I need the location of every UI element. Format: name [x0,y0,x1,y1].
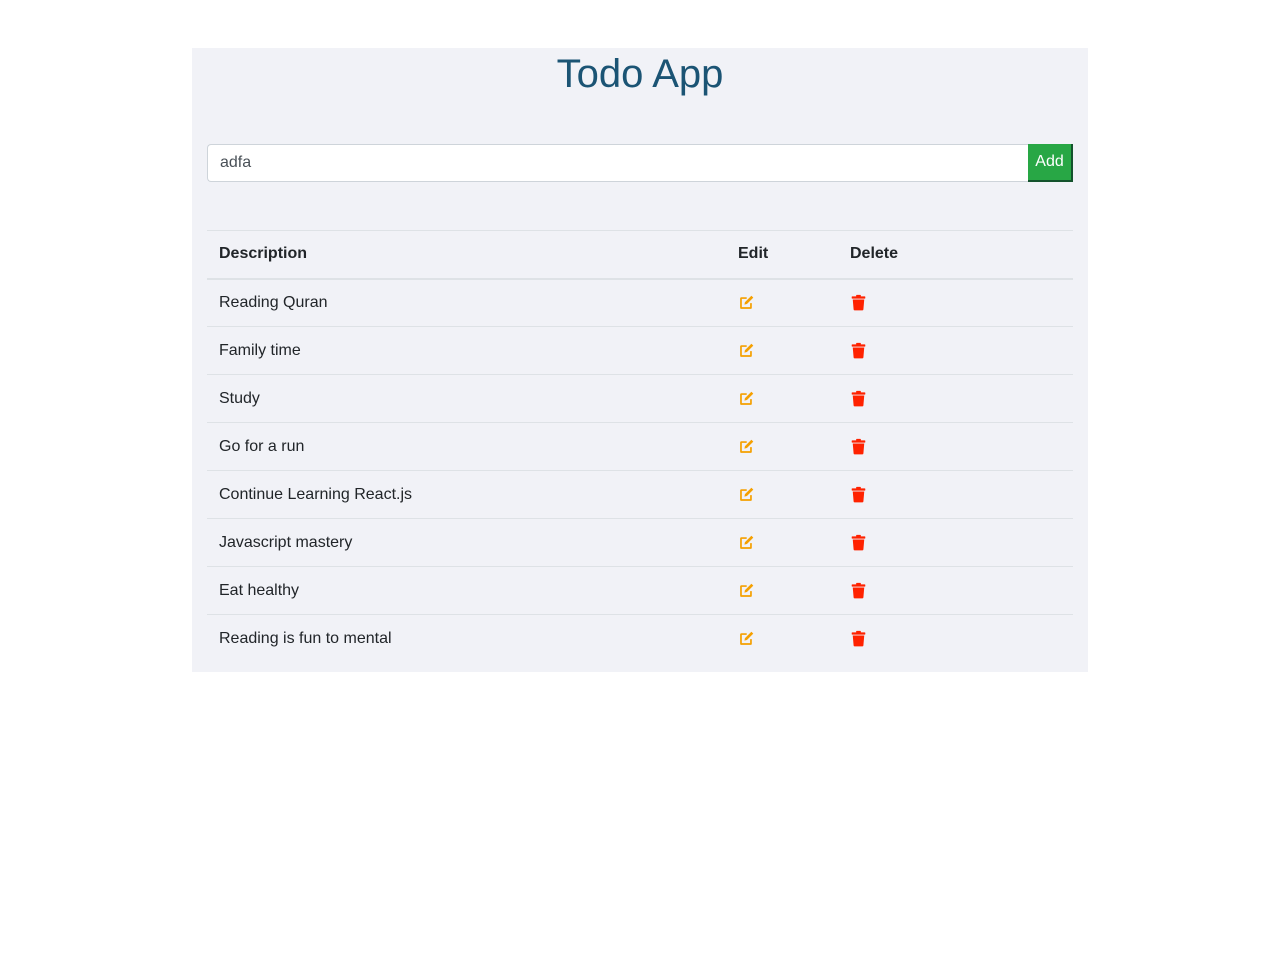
page-title: Todo App [556,52,724,96]
add-button[interactable]: Add [1028,144,1073,182]
todo-description: Reading Quran [219,293,328,311]
trash-icon[interactable] [850,534,867,551]
edit-cell [726,470,838,519]
todo-description: Family time [207,326,726,375]
edit-icon[interactable] [738,294,755,311]
todo-app-panel: Todo App Add Description Edit Delete Rea… [192,48,1088,672]
trash-icon[interactable] [850,630,867,647]
edit-icon[interactable] [738,342,755,359]
todo-description: Continue Learning React.js [207,470,726,519]
edit-icon[interactable] [738,582,755,599]
todo-description: Study [207,374,726,423]
todo-table: Description Edit Delete Reading Quran Fam… [207,230,1073,663]
table-row: Reading is fun to mental [207,614,1073,663]
trash-icon[interactable] [850,486,867,503]
todo-description: Go for a run [207,422,726,471]
edit-icon[interactable] [738,438,755,455]
edit-cell [726,374,838,423]
table-row: Reading Quran [207,279,1073,327]
table-row: Family time [207,326,1073,375]
table-header-row: Description Edit Delete [207,230,1073,280]
table-row: Eat healthy [207,566,1073,615]
edit-icon[interactable] [738,486,755,503]
trash-icon[interactable] [850,438,867,455]
delete-cell [838,518,1073,567]
delete-cell [838,326,1073,375]
table-row: Javascript mastery [207,518,1073,567]
delete-cell [838,279,1073,327]
todo-list: Reading Quran Family time Study Go for a ru… [207,279,1073,663]
table-row: Study [207,374,1073,423]
edit-cell [726,326,838,375]
delete-cell [838,566,1073,615]
trash-icon[interactable] [850,342,867,359]
edit-cell [726,279,838,327]
todo-description: Eat healthy [207,566,726,615]
delete-cell [838,374,1073,423]
table-row: Continue Learning React.js [207,470,1073,519]
column-header-delete: Delete [838,230,1073,280]
delete-cell [838,422,1073,471]
column-header-edit: Edit [726,230,838,280]
column-header-description: Description [207,230,726,280]
trash-icon[interactable] [850,390,867,407]
edit-cell [726,614,838,663]
edit-cell [726,566,838,615]
edit-icon[interactable] [738,390,755,407]
edit-cell [726,518,838,567]
edit-icon[interactable] [738,534,755,551]
todo-description: Reading is fun to mental [207,614,726,663]
delete-cell [838,614,1073,663]
table-row: Go for a run [207,422,1073,471]
delete-cell [838,470,1073,519]
todo-description: Javascript mastery [207,518,726,567]
edit-icon[interactable] [738,630,755,647]
edit-cell [726,422,838,471]
todo-input[interactable] [207,144,1028,182]
trash-icon[interactable] [850,582,867,599]
trash-icon[interactable] [850,294,867,311]
add-todo-form: Add [207,144,1073,182]
